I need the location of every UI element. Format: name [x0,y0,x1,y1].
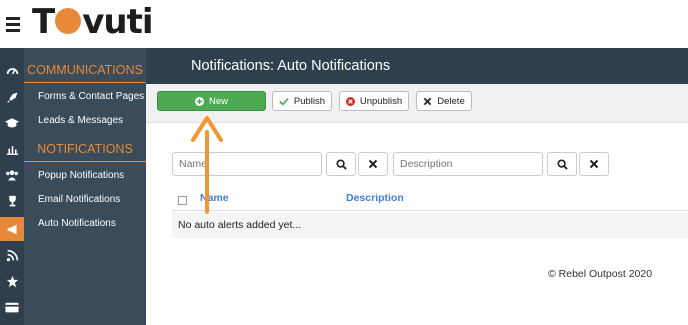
empty-state-message: No auto alerts added yet... [178,219,302,231]
bar-chart-icon[interactable] [0,137,24,161]
logo-circle-icon [55,7,82,34]
publish-button-label: Publish [293,95,326,107]
close-icon [589,159,599,169]
divider [24,161,146,162]
description-search-button[interactable] [547,152,577,176]
icon-rail [0,48,24,325]
sidebar-item-forms-contact[interactable]: Forms & Contact Pages [38,91,144,102]
search-icon [556,158,568,170]
toolbar: New Publish Unpublish Delete [146,84,688,123]
check-icon [279,97,289,106]
new-button-label: New [208,95,228,107]
divider [24,82,146,83]
credit-card-icon[interactable] [0,295,24,319]
x-circle-icon [345,96,355,106]
delete-button-label: Delete [437,95,465,107]
unpublish-button-label: Unpublish [359,95,403,107]
table-row: No auto alerts added yet... [172,212,688,238]
close-icon [423,97,432,105]
publish-button[interactable]: Publish [272,91,332,111]
footer-copyright: © Rebel Outpost 2020 [548,268,653,280]
notifications-heading: NOTIFICATIONS [37,142,133,156]
star-icon[interactable] [0,269,24,293]
unpublish-button[interactable]: Unpublish [339,91,409,111]
sidebar-item-auto-notifications[interactable]: Auto Notifications [38,218,116,229]
top-bar: Tvuti [0,0,688,49]
name-search-button[interactable] [326,152,356,176]
description-clear-button[interactable] [579,152,609,176]
communications-heading: COMMUNICATIONS [27,63,143,77]
plus-circle-icon [194,96,204,106]
trophy-icon[interactable] [0,189,24,213]
sidebar: COMMUNICATIONS Forms & Contact Pages Lea… [24,48,146,325]
rss-icon[interactable] [0,243,24,267]
page-title: Notifications: Auto Notifications [191,58,391,74]
graduation-cap-icon[interactable] [0,111,24,135]
sidebar-item-popup-notifications[interactable]: Popup Notifications [38,170,124,181]
sidebar-item-email-notifications[interactable]: Email Notifications [38,194,120,205]
tovuti-logo[interactable]: Tvuti [32,2,153,42]
rocket-icon[interactable] [0,85,24,109]
table-divider [172,210,688,211]
annotation-arrow-icon [191,116,223,214]
name-clear-button[interactable] [358,152,388,176]
sidebar-item-leads-messages[interactable]: Leads & Messages [38,115,123,126]
new-button[interactable]: New [157,91,266,111]
page-header: Notifications: Auto Notifications [146,48,688,84]
megaphone-icon[interactable] [0,217,24,241]
select-all-checkbox[interactable] [178,196,187,205]
search-icon [335,158,347,170]
close-icon [368,159,378,169]
dashboard-icon[interactable] [0,59,24,83]
description-search-input[interactable] [393,152,543,176]
delete-button[interactable]: Delete [416,91,472,111]
hamburger-menu-icon[interactable] [6,17,20,35]
users-icon[interactable] [0,163,24,187]
column-header-description[interactable]: Description [346,192,404,204]
